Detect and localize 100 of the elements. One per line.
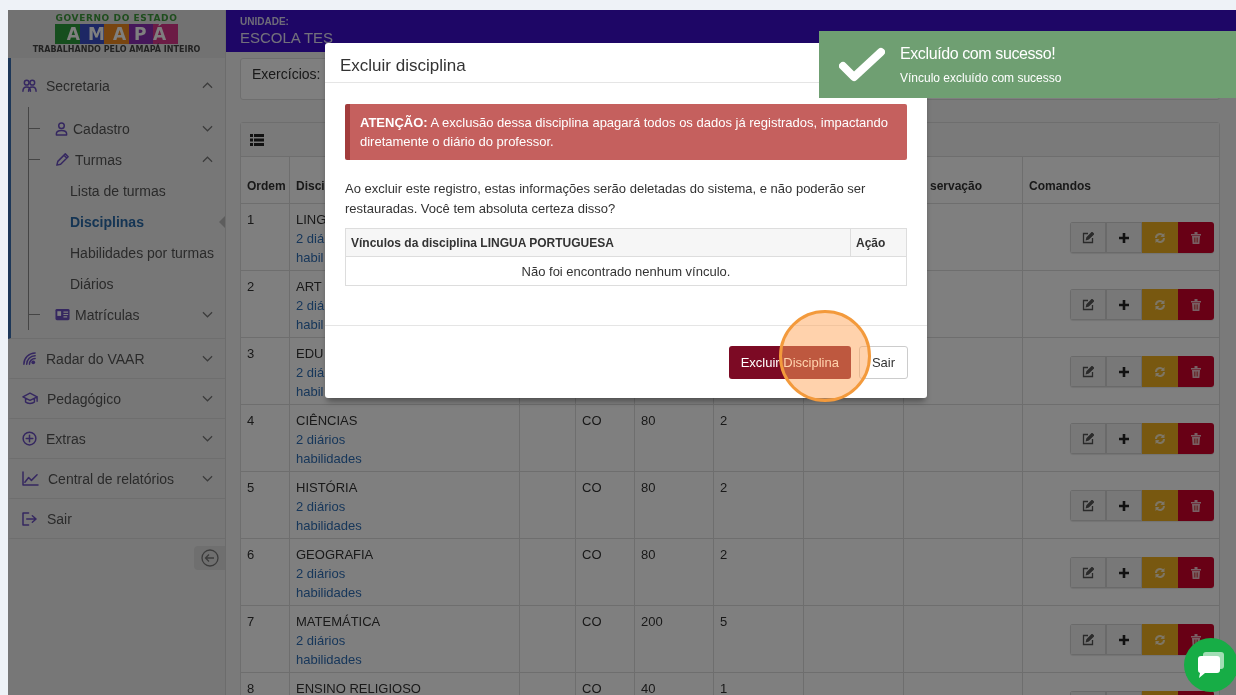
edit-icon: [1082, 298, 1094, 311]
edit-button[interactable]: [1070, 624, 1106, 655]
toast-title: Excluído com sucesso!: [900, 43, 1057, 64]
add-button[interactable]: [1106, 624, 1142, 655]
subject-name: ENSINO RELIGIOSO: [296, 680, 421, 695]
diaries-link[interactable]: 2 diários: [296, 631, 346, 650]
delete-button[interactable]: Excluir Disciplina: [728, 345, 851, 379]
table-cell-text: 200: [641, 613, 663, 631]
plus-icon: [1118, 298, 1130, 311]
refresh-icon: [1154, 633, 1166, 646]
subject-name: EDU: [296, 345, 324, 363]
trash-icon: [1191, 566, 1201, 579]
table-cell-text: 2: [720, 479, 728, 497]
column-header: Ação: [856, 235, 886, 250]
collapse-sidebar-button[interactable]: [194, 546, 225, 570]
edit-button[interactable]: [1070, 490, 1106, 521]
id-card-icon: [55, 308, 70, 321]
plus-icon: [1118, 432, 1130, 445]
sidebar-item[interactable]: Radar do VAAR: [11, 339, 225, 378]
order-number: 1: [247, 211, 255, 229]
refresh-icon: [1154, 432, 1166, 445]
trash-icon: [1191, 432, 1201, 445]
sidebar-item[interactable]: Matrículas: [11, 299, 225, 330]
sidebar-item[interactable]: Disciplinas: [70, 213, 144, 230]
order-number: 2: [247, 278, 255, 296]
skills-link[interactable]: habil: [296, 382, 324, 401]
sidebar-item[interactable]: Turmas: [11, 144, 225, 175]
diaries-link[interactable]: 2 diá: [296, 229, 325, 248]
exit-button[interactable]: Sair: [858, 345, 908, 379]
logo-tagline: TRABALHANDO PELO AMAPÁ INTEIRO: [32, 45, 201, 55]
skills-link[interactable]: habil: [296, 248, 324, 267]
skills-link[interactable]: habilidades: [296, 516, 362, 535]
sidebar-item[interactable]: Pedagógico: [11, 379, 225, 418]
plus-icon: [1118, 365, 1130, 378]
chat-bubbles-icon: [1196, 650, 1226, 680]
logo-wordmark: AMAPÁ: [54, 24, 179, 44]
order-number: 3: [247, 345, 255, 363]
column-header: Ordem: [247, 178, 286, 195]
plus-icon: [1118, 231, 1130, 244]
edit-button[interactable]: [1070, 423, 1106, 454]
sidebar-item[interactable]: Habilidades por turmas: [70, 244, 214, 261]
edit-button[interactable]: [1070, 557, 1106, 588]
order-number: 5: [247, 479, 255, 497]
check-icon: [839, 46, 885, 83]
plus-icon: [1118, 499, 1130, 512]
add-button[interactable]: [1106, 557, 1142, 588]
edit-icon: [1082, 231, 1094, 244]
logout-icon: [22, 511, 38, 526]
diaries-link[interactable]: 2 diários: [296, 497, 346, 516]
table-cell-text: CO: [582, 479, 602, 497]
sidebar-item[interactable]: Secretaria: [11, 58, 225, 113]
add-button[interactable]: [1106, 289, 1142, 320]
plus-circle-icon: [22, 431, 37, 446]
sidebar-item[interactable]: Cadastro: [11, 113, 225, 144]
diaries-link[interactable]: 2 diários: [296, 430, 346, 449]
refresh-icon: [1154, 298, 1166, 311]
edit-button[interactable]: [1070, 356, 1106, 387]
diaries-link[interactable]: 2 diá: [296, 363, 325, 382]
trash-icon: [1191, 298, 1201, 311]
diaries-link[interactable]: 2 diários: [296, 564, 346, 583]
skills-link[interactable]: habilidades: [296, 583, 362, 602]
table-cell-text: 1: [720, 680, 728, 695]
skills-link[interactable]: habil: [296, 315, 324, 334]
refresh-icon: [1154, 365, 1166, 378]
order-number: 7: [247, 613, 255, 631]
sidebar-item[interactable]: Sair: [11, 499, 225, 538]
sidebar-item[interactable]: Lista de turmas: [70, 182, 166, 199]
sidebar-item[interactable]: Central de relatórios: [11, 459, 225, 498]
subject-name: LING: [296, 211, 327, 229]
add-button[interactable]: [1106, 222, 1142, 253]
refresh-icon: [1154, 566, 1166, 579]
list-icon: [250, 133, 264, 146]
trash-icon: [1191, 499, 1201, 512]
subject-name: CIÊNCIAS: [296, 412, 358, 430]
add-button[interactable]: [1106, 356, 1142, 387]
edit-icon: [1082, 432, 1094, 445]
arrow-left-circle-icon: [200, 549, 219, 567]
edit-button[interactable]: [1070, 289, 1106, 320]
order-number: 8: [247, 680, 255, 695]
empty-message: Não foi encontrado nenhum vínculo.: [521, 263, 731, 279]
sidebar-item[interactable]: Extras: [11, 419, 225, 458]
modal-title: Excluir disciplina: [340, 55, 466, 77]
table-cell-text: CO: [582, 680, 602, 695]
skills-link[interactable]: habilidades: [296, 650, 362, 669]
table-cell-text: CO: [582, 613, 602, 631]
user-icon: [55, 121, 68, 136]
subject-name: ART: [296, 278, 322, 296]
add-button[interactable]: [1106, 423, 1142, 454]
skills-link[interactable]: habilidades: [296, 449, 362, 468]
order-number: 4: [247, 412, 255, 430]
edit-icon: [1082, 633, 1094, 646]
edit-button[interactable]: [1070, 222, 1106, 253]
table-cell-text: 40: [641, 680, 656, 695]
sidebar-item[interactable]: Diários: [70, 275, 114, 292]
column-header: Vínculos da disciplina LINGUA PORTUGUESA: [351, 235, 614, 250]
pencil-icon: [55, 152, 70, 167]
diaries-link[interactable]: 2 diá: [296, 296, 325, 315]
radar-icon: [22, 351, 37, 366]
order-number: 6: [247, 546, 255, 564]
add-button[interactable]: [1106, 490, 1142, 521]
